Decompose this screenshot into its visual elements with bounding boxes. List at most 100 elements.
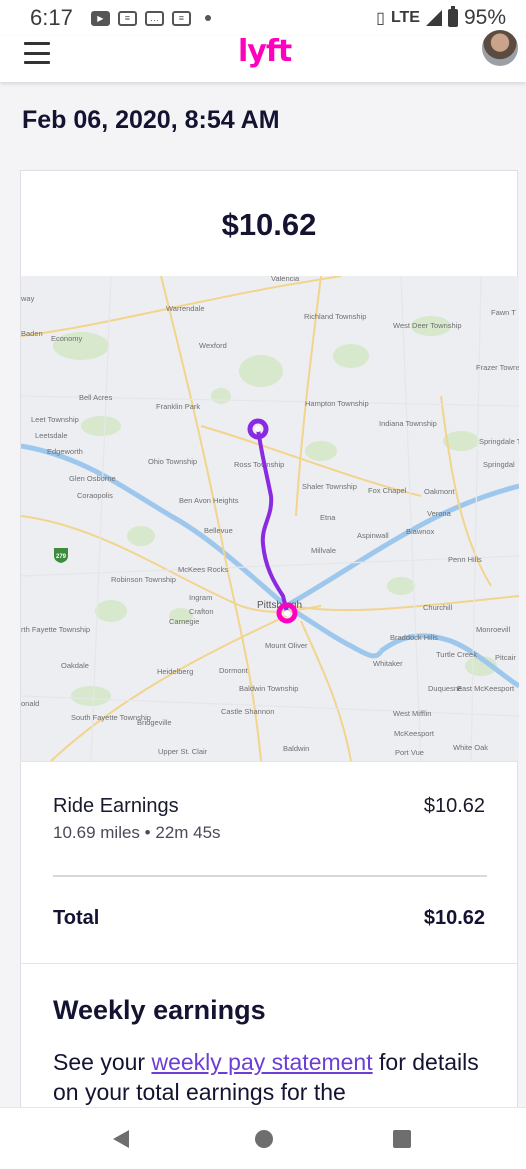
ride-meta: 10.69 miles • 22m 45s bbox=[53, 823, 221, 843]
map-label-7: Wexford bbox=[199, 341, 227, 350]
map-label-29: Aspinwall bbox=[357, 531, 389, 540]
map-label-39: rth Fayette Township bbox=[21, 625, 90, 634]
status-right: ▯ LTE 95% bbox=[376, 6, 506, 30]
map-label-62: White Oak bbox=[453, 743, 488, 752]
map-label-48: Pitcair bbox=[495, 653, 516, 662]
map-label-3: West Deer Township bbox=[393, 321, 462, 330]
map-label-2: Richland Township bbox=[304, 312, 366, 321]
map-label-20: Shaler Township bbox=[302, 482, 357, 491]
map-label-34: McKees Rocks bbox=[178, 565, 228, 574]
map-label-54: Castle Shannon bbox=[221, 707, 274, 716]
weekly-earnings-text: See your weekly pay statement for detail… bbox=[53, 1047, 493, 1107]
map-label-31: Millvale bbox=[311, 546, 336, 555]
map-label-12: Indiana Township bbox=[379, 419, 437, 428]
map-label-18: Ohio Township bbox=[148, 457, 197, 466]
map-label-22: Oakmont bbox=[424, 487, 455, 496]
weekly-text-before: See your bbox=[53, 1049, 152, 1075]
map-label-49: Whitaker bbox=[373, 659, 403, 668]
map-label-46: Dormont bbox=[219, 666, 249, 675]
map-label-47: Turtle Creek bbox=[436, 650, 477, 659]
map-label-1: Warrendale bbox=[166, 304, 205, 313]
lyft-logo: lyft bbox=[238, 34, 292, 69]
map-label-63: way bbox=[21, 294, 35, 303]
map-label-9: Bell Acres bbox=[79, 393, 113, 402]
hamburger-menu-icon[interactable] bbox=[24, 42, 50, 64]
map-label-15: Edgeworth bbox=[47, 447, 83, 456]
ride-details-card: $10.62 Valencia Warrendale Richland Town… bbox=[20, 170, 519, 1130]
ride-distance: 10.69 miles bbox=[53, 823, 140, 842]
map-label-43: Monroevill bbox=[476, 625, 511, 634]
signal-icon bbox=[425, 10, 442, 26]
ride-date: Feb 06, 2020, 8:54 AM bbox=[22, 106, 280, 134]
map-label-33: Robinson Township bbox=[111, 575, 176, 584]
status-bar: 6:17 ▶ ≡ … ≡ ▯ LTE 95% bbox=[0, 0, 526, 36]
total-label: Total bbox=[53, 907, 100, 929]
map-label-57: Bridgeville bbox=[137, 718, 172, 727]
weekly-pay-statement-link[interactable]: weekly pay statement bbox=[151, 1049, 372, 1075]
ride-earnings-label: Ride Earnings bbox=[53, 795, 179, 817]
map-label-45: Heidelberg bbox=[157, 667, 193, 676]
battery-icon bbox=[447, 6, 458, 27]
vibrate-icon: ▯ bbox=[376, 10, 385, 27]
status-time: 6:17 bbox=[30, 5, 73, 30]
map-label-53: onald bbox=[21, 699, 39, 708]
document-notification-icon: ≡ bbox=[117, 10, 137, 26]
map-label-16: Springdale Township bbox=[479, 437, 519, 446]
map-label-27: Verona bbox=[427, 509, 452, 518]
navigation-bar bbox=[0, 1107, 526, 1169]
avatar[interactable] bbox=[482, 30, 518, 66]
map-label-59: Upper St. Clair bbox=[158, 747, 208, 756]
map-label-6: Economy bbox=[51, 334, 83, 343]
map-label-14: Leetsdale bbox=[35, 431, 68, 440]
recents-icon[interactable] bbox=[393, 1130, 411, 1148]
map-label-44: Oakdale bbox=[61, 661, 89, 670]
map-label-55: West Mifflin bbox=[393, 709, 431, 718]
map-label-21: Fox Chapel bbox=[368, 486, 407, 495]
more-notifications-dot-icon bbox=[204, 15, 211, 21]
map-label-41: Mount Oliver bbox=[265, 641, 308, 650]
home-icon[interactable] bbox=[255, 1130, 273, 1148]
app-header: lyft bbox=[0, 30, 526, 82]
map-label-17: Springdal bbox=[483, 460, 515, 469]
map-label-4: Fawn T bbox=[491, 308, 516, 317]
ride-amount: $10.62 bbox=[221, 207, 317, 242]
divider bbox=[53, 875, 487, 877]
map-label-58: McKeesport bbox=[394, 729, 435, 738]
svg-text:279: 279 bbox=[56, 554, 67, 560]
map-label-38: Churchill bbox=[423, 603, 453, 612]
map-label-8: Frazer Township bbox=[476, 363, 519, 372]
map-label-42: Braddock Hills bbox=[390, 633, 438, 642]
map-label-50: Baldwin Township bbox=[239, 684, 298, 693]
route-map[interactable]: Valencia Warrendale Richland Township We… bbox=[21, 276, 519, 761]
dropoff-marker-center bbox=[284, 610, 290, 616]
map-label-28: Bellevue bbox=[204, 526, 233, 535]
map-label-25: Ben Avon Heights bbox=[179, 496, 239, 505]
status-left: 6:17 ▶ ≡ … ≡ bbox=[30, 5, 211, 31]
map-label-61: Port Vue bbox=[395, 748, 424, 757]
ride-earnings-amount: $10.62 bbox=[423, 795, 485, 817]
document-notification-icon-2: ≡ bbox=[171, 10, 191, 26]
map-label-60: Baldwin bbox=[283, 744, 309, 753]
total-amount: $10.62 bbox=[423, 907, 485, 929]
map-label-13: Leet Township bbox=[31, 415, 79, 424]
youtube-notification-icon: ▶ bbox=[90, 10, 110, 26]
network-type: LTE bbox=[390, 9, 420, 26]
map-label-23: Glen Osborne bbox=[69, 474, 116, 483]
map-label-11: Hampton Township bbox=[305, 399, 369, 408]
map-label-0: Valencia bbox=[271, 276, 300, 283]
map-label-36: Crafton bbox=[189, 607, 214, 616]
map-label-32: Penn Hills bbox=[448, 555, 482, 564]
map-label-24: Coraopolis bbox=[77, 491, 113, 500]
map-label-52: East McKeesport bbox=[457, 684, 515, 693]
map-label-10: Franklin Park bbox=[156, 402, 200, 411]
ride-duration: 22m 45s bbox=[155, 823, 221, 842]
map-label-30: Blawnox bbox=[406, 527, 435, 536]
back-icon[interactable] bbox=[113, 1130, 129, 1148]
divider bbox=[21, 963, 517, 964]
map-label-40: Carnegie bbox=[169, 617, 199, 626]
divider bbox=[21, 761, 517, 762]
message-notification-icon: … bbox=[144, 10, 164, 26]
map-label-26: Etna bbox=[320, 513, 336, 522]
map-label-35: Ingram bbox=[189, 593, 212, 602]
weekly-earnings-title: Weekly earnings bbox=[53, 995, 266, 1025]
